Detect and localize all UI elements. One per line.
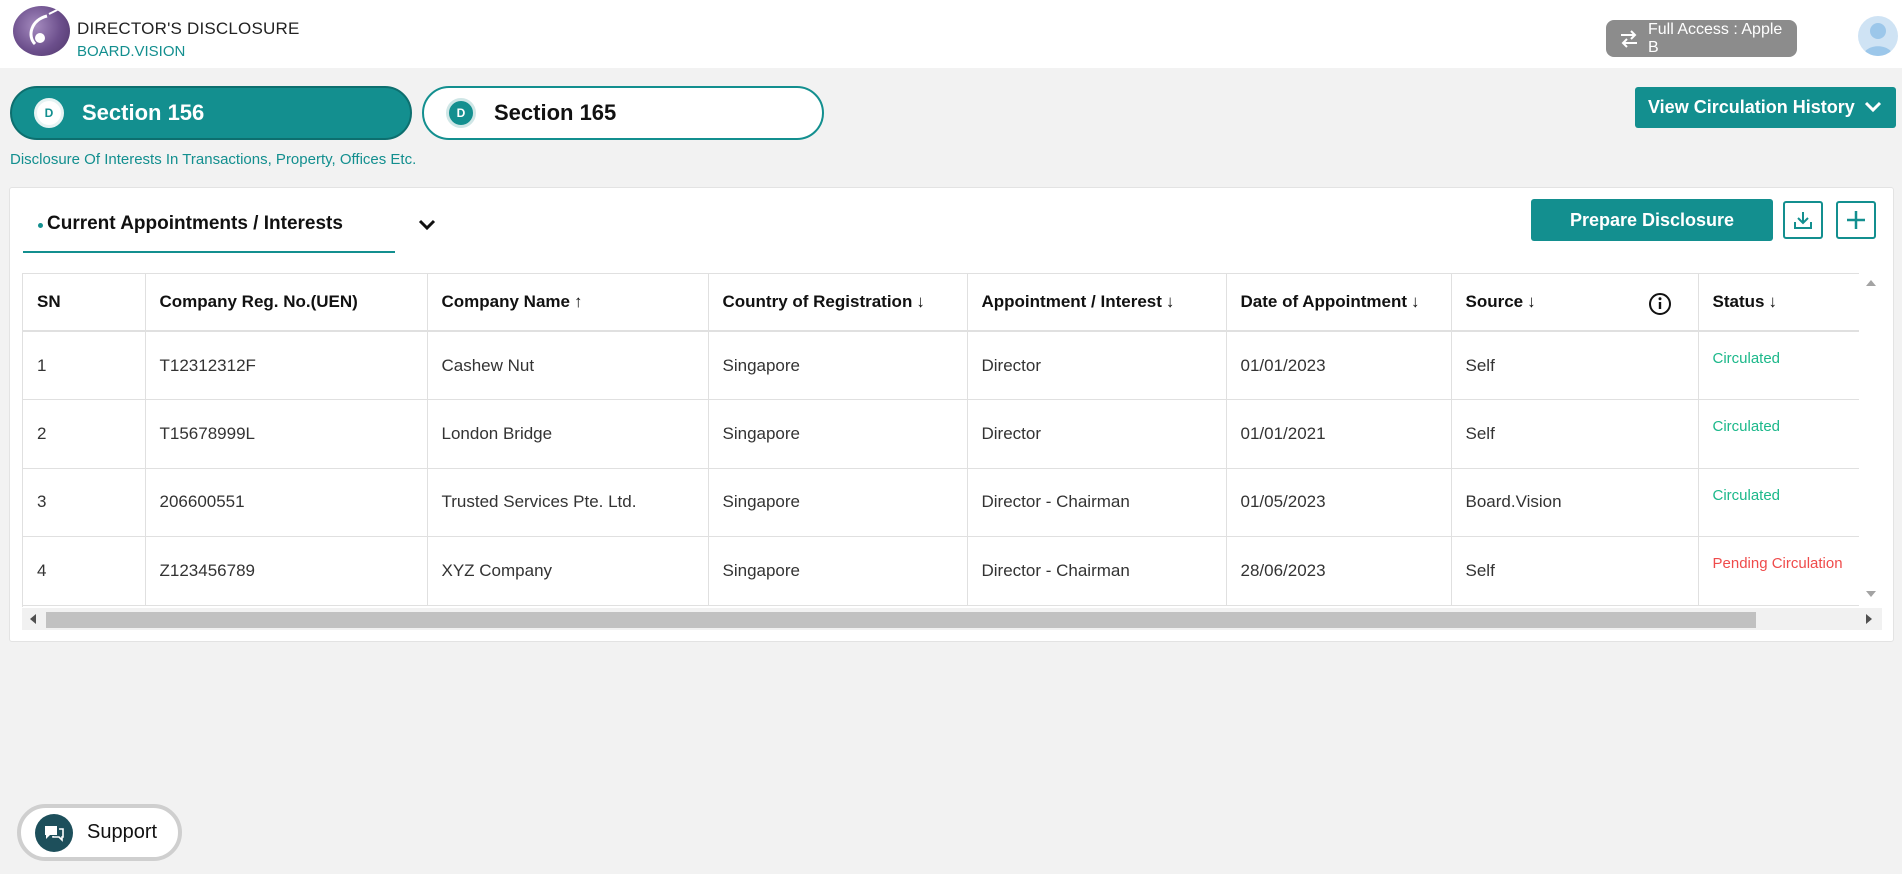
- cell-appointment: Director - Chairman: [967, 536, 1227, 606]
- sort-down-icon: ↓: [1527, 292, 1536, 311]
- table-row[interactable]: 1 T12312312F Cashew Nut Singapore Director 01…: [23, 331, 1859, 400]
- cell-country: Singapore: [708, 536, 968, 606]
- scroll-up-icon[interactable]: [1866, 279, 1876, 287]
- cell-status: Pending Circulation: [1698, 536, 1859, 606]
- chevron-down-icon[interactable]: [418, 218, 436, 232]
- scrollbar-thumb[interactable]: [46, 612, 1756, 628]
- table-header-row: SN Company Reg. No.(UEN) Company Name ↑ C…: [23, 274, 1859, 332]
- appointments-table: SN Company Reg. No.(UEN) Company Name ↑ C…: [22, 273, 1859, 607]
- col-header-country[interactable]: Country of Registration ↓: [708, 274, 968, 332]
- cell-date: 01/01/2021: [1226, 399, 1452, 469]
- cell-status: Circulated: [1698, 331, 1859, 400]
- cell-uen: T15678999L: [145, 399, 428, 469]
- cell-uen: Z123456789: [145, 536, 428, 606]
- tab-current-appointments[interactable]: Current Appointments / Interests: [47, 213, 343, 235]
- add-button[interactable]: [1836, 201, 1876, 239]
- section-label: Section 156: [82, 100, 205, 125]
- cell-country: Singapore: [708, 468, 968, 537]
- board-vision-logo[interactable]: [13, 6, 70, 56]
- cell-appointment: Director: [967, 331, 1227, 400]
- scroll-right-icon[interactable]: [1865, 614, 1873, 624]
- chevron-down-icon: [1864, 101, 1882, 113]
- col-header-appointment[interactable]: Appointment / Interest ↓: [967, 274, 1227, 332]
- sort-up-icon: ↑: [573, 292, 583, 311]
- scroll-down-icon[interactable]: [1866, 590, 1876, 598]
- tab-bullet: [38, 223, 43, 228]
- col-header-source[interactable]: Source ↓: [1451, 274, 1699, 332]
- info-icon[interactable]: [1648, 292, 1672, 316]
- sort-down-icon: ↓: [916, 292, 925, 311]
- tab-section-165[interactable]: D Section 165: [422, 86, 824, 140]
- cell-appointment: Director: [967, 399, 1227, 469]
- download-icon: [1794, 212, 1812, 229]
- col-header-sn[interactable]: SN: [23, 274, 146, 332]
- cell-source: Board.Vision: [1451, 468, 1699, 537]
- swap-icon: [1621, 29, 1637, 48]
- section-label: Section 165: [494, 100, 617, 125]
- tab-section-156[interactable]: D Section 156: [10, 86, 412, 140]
- cell-date: 01/05/2023: [1226, 468, 1452, 537]
- horizontal-scrollbar[interactable]: [22, 608, 1882, 630]
- plus-icon: [1847, 211, 1865, 229]
- cell-status: Circulated: [1698, 468, 1859, 537]
- cell-company: XYZ Company: [427, 536, 709, 606]
- cell-source: Self: [1451, 536, 1699, 606]
- col-header-company-name[interactable]: Company Name ↑: [427, 274, 709, 332]
- view-history-label: View Circulation History: [1648, 97, 1855, 117]
- chat-icon: [35, 813, 73, 852]
- tab-underline: [23, 251, 395, 253]
- cell-source: Self: [1451, 399, 1699, 469]
- support-button[interactable]: Support: [17, 804, 182, 861]
- table-row[interactable]: 4 Z123456789 XYZ Company Singapore Director …: [23, 536, 1859, 606]
- section-description: Disclosure Of Interests In Transactions,…: [10, 151, 417, 168]
- support-label: Support: [87, 821, 158, 843]
- cell-date: 01/01/2023: [1226, 331, 1452, 400]
- download-button[interactable]: [1783, 201, 1823, 239]
- cell-uen: T12312312F: [145, 331, 428, 400]
- scroll-left-icon[interactable]: [29, 614, 37, 624]
- cell-source: Self: [1451, 331, 1699, 400]
- prepare-disclosure-button[interactable]: Prepare Disclosure: [1531, 199, 1773, 241]
- cell-status: Circulated: [1698, 399, 1859, 469]
- cell-sn: 3: [23, 468, 146, 537]
- app-header: DIRECTOR'S DISCLOSURE BOARD.VISION Full …: [0, 0, 1902, 68]
- col-header-status[interactable]: Status ↓: [1698, 274, 1859, 332]
- view-circulation-history-button[interactable]: View Circulation History: [1635, 87, 1896, 128]
- cell-company: Trusted Services Pte. Ltd.: [427, 468, 709, 537]
- table-row[interactable]: 3 206600551 Trusted Services Pte. Ltd. Sing…: [23, 468, 1859, 537]
- vertical-scrollbar[interactable]: [1860, 273, 1882, 607]
- section-badge: D: [446, 98, 476, 128]
- app-title: DIRECTOR'S DISCLOSURE: [77, 19, 300, 38]
- cell-uen: 206600551: [145, 468, 428, 537]
- sort-down-icon: ↓: [1768, 292, 1777, 311]
- cell-sn: 1: [23, 331, 146, 400]
- cell-sn: 4: [23, 536, 146, 606]
- cell-date: 28/06/2023: [1226, 536, 1452, 606]
- col-header-uen[interactable]: Company Reg. No.(UEN): [145, 274, 428, 332]
- sort-down-icon: ↓: [1411, 292, 1420, 311]
- access-label: Full Access : Apple B: [1648, 20, 1783, 56]
- sort-down-icon: ↓: [1165, 292, 1175, 311]
- disclosure-panel: Current Appointments / Interests Prepare…: [9, 187, 1894, 642]
- cell-company: London Bridge: [427, 399, 709, 469]
- cell-country: Singapore: [708, 399, 968, 469]
- cell-company: Cashew Nut: [427, 331, 709, 400]
- access-switch-button[interactable]: Full Access : Apple B: [1606, 20, 1797, 57]
- col-header-date[interactable]: Date of Appointment ↓: [1226, 274, 1452, 332]
- app-subtitle: BOARD.VISION: [77, 43, 186, 60]
- section-badge: D: [34, 98, 64, 128]
- cell-country: Singapore: [708, 331, 968, 400]
- user-avatar[interactable]: [1858, 16, 1898, 56]
- cell-appointment: Director - Chairman: [967, 468, 1227, 537]
- cell-sn: 2: [23, 399, 146, 469]
- user-icon: [1863, 23, 1893, 56]
- table-row[interactable]: 2 T15678999L London Bridge Singapore Directo…: [23, 399, 1859, 469]
